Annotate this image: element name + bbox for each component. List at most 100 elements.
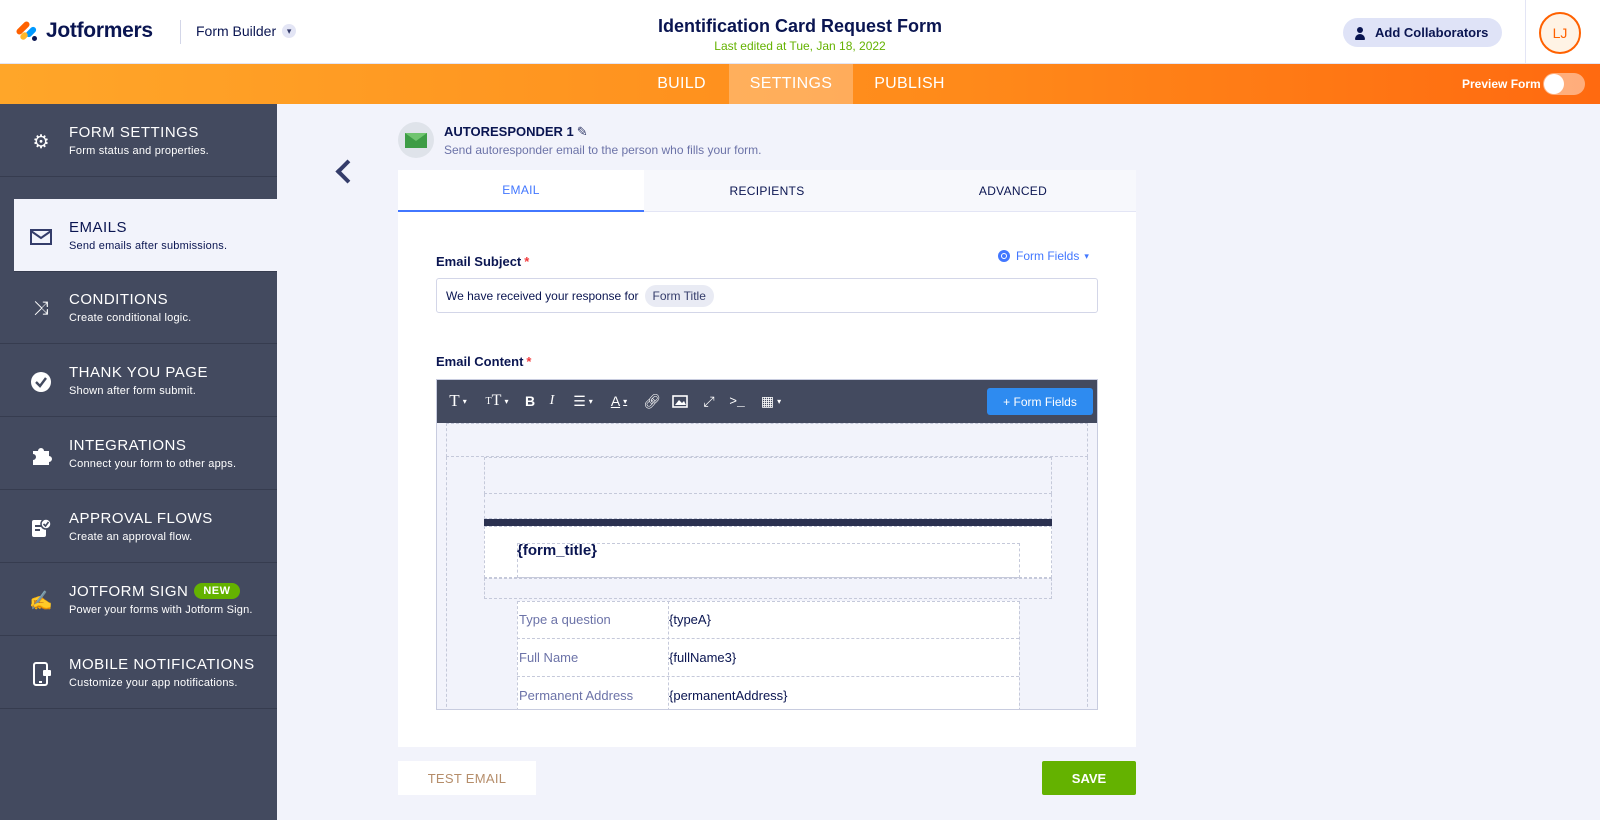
sidebar-item-subtitle: Shown after form submit. — [69, 385, 197, 397]
sidebar-item-thank-you-page[interactable]: THANK YOU PAGE Shown after form submit. — [0, 344, 277, 417]
shuffle-icon: ⤨ — [33, 298, 49, 319]
puzzle-icon — [30, 444, 52, 466]
align-icon[interactable]: ☰ ▾ — [569, 390, 597, 412]
autoresponder-envelope-icon — [398, 122, 434, 158]
toggle-knob — [1544, 74, 1564, 94]
sidebar-item-emails[interactable]: EMAILS Send emails after submissions. — [14, 199, 277, 272]
save-button[interactable]: SAVE — [1042, 761, 1136, 795]
preview-form-label: Preview Form — [1462, 77, 1541, 91]
form-title-placeholder: {form_title} — [517, 542, 598, 559]
email-subject-label: Email Subject * — [436, 254, 529, 269]
sidebar-item-subtitle: Send emails after submissions. — [69, 240, 228, 252]
test-email-button[interactable]: TEST EMAIL — [398, 761, 536, 795]
font-size-icon[interactable]: T T ▾ — [481, 390, 513, 412]
sidebar-item-subtitle: Power your forms with Jotform Sign. — [69, 604, 253, 616]
sidebar-item-title: CONDITIONS — [69, 291, 169, 308]
header-band — [484, 519, 1052, 526]
code-view-icon[interactable]: >_ — [728, 390, 746, 412]
sidebar-item-integrations[interactable]: INTEGRATIONS Connect your form to other … — [0, 417, 277, 490]
template-section — [484, 457, 1052, 494]
sidebar-item-title: APPROVAL FLOWS — [69, 510, 213, 527]
tab-email[interactable]: EMAIL — [398, 170, 644, 212]
mobile-icon — [30, 662, 52, 686]
link-icon[interactable]: 🔗︎ — [643, 390, 661, 412]
tab-publish[interactable]: PUBLISH — [863, 64, 956, 104]
approval-icon — [30, 517, 52, 539]
email-content-label: Email Content * — [436, 354, 531, 369]
answer-placeholder: {permanentAddress} — [669, 688, 788, 703]
sidebar-item-conditions[interactable]: ⤨ CONDITIONS Create conditional logic. — [0, 271, 277, 344]
builder-nav: BUILD SETTINGS PUBLISH Preview Form — [0, 64, 1600, 104]
table-row: Permanent Address {permanentAddress} — [517, 677, 1019, 709]
form-fields-icon — [998, 250, 1010, 262]
sidebar-item-form-settings[interactable]: ⚙ FORM SETTINGS Form status and properti… — [0, 104, 277, 177]
gear-icon: ⚙ — [32, 131, 50, 153]
italic-icon[interactable]: I — [545, 390, 559, 412]
email-content-editor[interactable]: T ▾ T T ▾ B I ☰ ▾ A ▾ 🔗︎ ⤢ >_ ▦ ▾ + Form Field… — [436, 379, 1098, 710]
question-label: Full Name — [519, 650, 579, 665]
email-subject-input[interactable]: We have received your response for Form … — [436, 278, 1098, 313]
pen-sign-icon: ✍ — [29, 591, 53, 612]
required-mark: * — [524, 254, 530, 269]
subject-text: We have received your response for — [446, 288, 639, 303]
form-fields-dropdown[interactable]: Form Fields ▾ — [998, 249, 1089, 263]
preview-form-toggle[interactable] — [1543, 73, 1585, 95]
sidebar-item-subtitle: Customize your app notifications. — [69, 677, 238, 689]
sidebar-item-title: EMAILS — [69, 219, 128, 236]
fullscreen-icon[interactable]: ⤢ — [700, 390, 718, 412]
template-frame — [446, 423, 1088, 457]
sidebar-item-mobile-notifications[interactable]: MOBILE NOTIFICATIONS Customize your app … — [0, 636, 277, 709]
template-spacer — [484, 578, 1052, 599]
sidebar-item-title-text: JOTFORM SIGN — [69, 583, 189, 600]
sidebar-item-title: FORM SETTINGS — [69, 124, 199, 141]
autoresponder-subtitle: Send autoresponder email to the person w… — [444, 143, 762, 157]
insert-form-fields-button[interactable]: + Form Fields — [987, 388, 1093, 415]
header-separator — [1525, 0, 1526, 64]
back-chevron-icon[interactable] — [332, 156, 356, 186]
tab-advanced[interactable]: ADVANCED — [890, 170, 1136, 212]
autoresponder-title-text: AUTORESPONDER 1 — [444, 124, 574, 139]
add-collaborators-label: Add Collaborators — [1375, 25, 1489, 40]
table-icon[interactable]: ▦ ▾ — [757, 390, 785, 412]
chevron-down-icon: ▾ — [1084, 250, 1089, 261]
sidebar-item-title: MOBILE NOTIFICATIONS — [69, 656, 255, 673]
sidebar-item-title: JOTFORM SIGN NEW — [69, 583, 240, 600]
pencil-icon[interactable]: ✎ — [577, 124, 588, 140]
email-template-canvas[interactable]: {form_title} Type a question {typeA} Ful… — [437, 423, 1097, 709]
sidebar-item-subtitle: Form status and properties. — [69, 145, 209, 157]
top-header: Jotformers Form Builder ▾ Identification… — [0, 0, 1600, 64]
answer-placeholder: {typeA} — [669, 612, 711, 627]
table-row: Type a question {typeA} — [517, 601, 1019, 639]
sidebar-item-subtitle: Connect your form to other apps. — [69, 458, 237, 470]
add-collaborators-button[interactable]: Add Collaborators — [1343, 18, 1503, 47]
sidebar-item-jotform-sign[interactable]: ✍ JOTFORM SIGN NEW Power your forms with … — [0, 563, 277, 636]
email-panel: EMAIL RECIPIENTS ADVANCED Email Subject *… — [398, 170, 1136, 747]
answer-placeholder: {fullName3} — [669, 650, 737, 665]
tab-recipients[interactable]: RECIPIENTS — [644, 170, 890, 212]
email-tabs: EMAIL RECIPIENTS ADVANCED — [398, 170, 1136, 212]
sidebar-item-approval-flows[interactable]: APPROVAL FLOWS Create an approval flow. — [0, 490, 277, 563]
font-family-icon[interactable]: T ▾ — [445, 390, 471, 412]
template-section — [484, 494, 1052, 519]
bold-icon[interactable]: B — [523, 390, 537, 412]
sidebar-item-subtitle: Create conditional logic. — [69, 312, 192, 324]
settings-sidebar: ⚙ FORM SETTINGS Form status and properti… — [0, 104, 277, 820]
avatar[interactable]: LJ — [1539, 12, 1581, 54]
sidebar-item-subtitle: Create an approval flow. — [69, 531, 193, 543]
user-icon — [1354, 26, 1366, 40]
required-mark: * — [526, 354, 532, 369]
question-label: Type a question — [519, 612, 611, 627]
form-fields-link-label: Form Fields — [1016, 249, 1080, 263]
tab-build[interactable]: BUILD — [644, 64, 719, 104]
question-label: Permanent Address — [519, 688, 634, 703]
autoresponder-title[interactable]: AUTORESPONDER 1 ✎ — [444, 124, 588, 140]
form-title-chip[interactable]: Form Title — [644, 284, 714, 307]
check-circle-icon — [30, 371, 52, 393]
email-subject-label-text: Email Subject — [436, 254, 522, 269]
image-icon[interactable] — [671, 390, 689, 412]
tab-settings[interactable]: SETTINGS — [729, 64, 853, 104]
email-content-label-text: Email Content — [436, 354, 524, 369]
text-color-icon[interactable]: A ▾ — [607, 390, 631, 412]
sidebar-item-title: THANK YOU PAGE — [69, 364, 208, 381]
editor-toolbar: T ▾ T T ▾ B I ☰ ▾ A ▾ 🔗︎ ⤢ >_ ▦ ▾ + Form Field… — [437, 380, 1097, 423]
